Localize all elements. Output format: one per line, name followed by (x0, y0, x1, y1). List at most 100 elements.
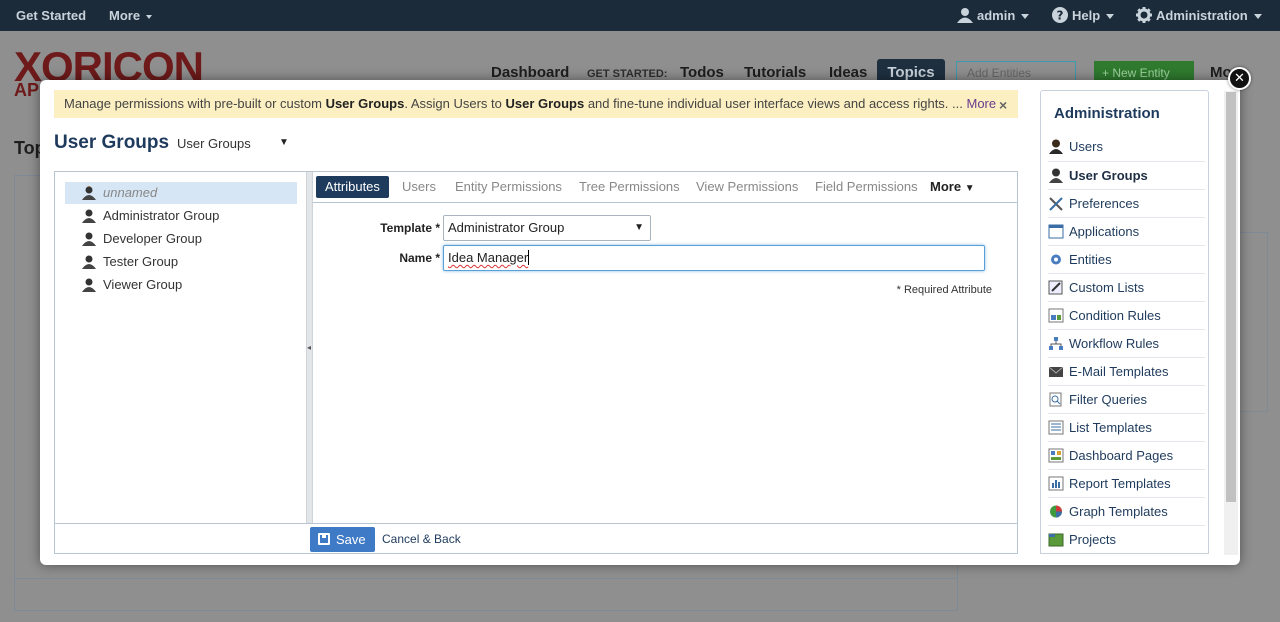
admin-item-label: User Groups (1069, 168, 1148, 183)
list-icon (1048, 420, 1064, 435)
group-list-item[interactable]: unnamed (65, 182, 297, 204)
group-list-item-label: Administrator Group (103, 208, 220, 223)
admin-item-workflow-rules[interactable]: Workflow Rules (1048, 329, 1205, 357)
banner-text-1: Manage permissions with pre-built or cus… (64, 96, 326, 111)
group-list-item[interactable]: Viewer Group (65, 274, 297, 296)
admin-item-label: Report Templates (1069, 476, 1171, 491)
background-footer-panel (14, 578, 958, 611)
admin-item-list-templates[interactable]: List Templates (1048, 413, 1205, 441)
condition-icon (1048, 308, 1064, 323)
admin-item-projects[interactable]: Projects (1048, 525, 1205, 553)
get-started-link[interactable]: Get Started (16, 0, 86, 31)
tab-attributes[interactable]: Attributes (316, 176, 389, 198)
administration-menu-label: Administration (1156, 8, 1248, 23)
save-button-label: Save (336, 532, 366, 547)
tab-more[interactable]: More ▼ (930, 176, 975, 198)
user-group-icon (82, 255, 96, 269)
help-menu-label: Help (1072, 8, 1101, 23)
tab-view-permissions[interactable]: View Permissions (696, 176, 798, 198)
admin-item-label: Entities (1069, 252, 1112, 267)
administration-title: Administration (1054, 105, 1160, 122)
user-menu[interactable]: admin (957, 0, 1030, 31)
tools-icon (1049, 197, 1063, 211)
chevron-down-icon: ▼ (634, 222, 644, 233)
required-attribute-note: * Required Attribute (896, 284, 992, 296)
project-icon (1048, 533, 1064, 547)
banner-bold-1: User Groups (325, 96, 405, 111)
tab-entity-permissions[interactable]: Entity Permissions (455, 176, 562, 198)
modal-footer (55, 523, 1017, 553)
group-list-item[interactable]: Administrator Group (65, 205, 297, 227)
banner-more-link[interactable]: More (966, 96, 996, 111)
admin-item-users[interactable]: Users (1048, 133, 1205, 161)
admin-item-preferences[interactable]: Preferences (1048, 189, 1205, 217)
nav-todos: Todos (680, 64, 724, 81)
workflow-icon (1049, 337, 1063, 350)
splitter-handle-icon[interactable]: ◂ (307, 343, 312, 352)
banner-text-3: and fine-tune individual user interface … (584, 96, 967, 111)
floppy-disk-icon (318, 533, 330, 545)
nav-tutorials: Tutorials (744, 64, 807, 81)
user-group-icon (82, 278, 96, 292)
template-select-value: Administrator Group (448, 220, 565, 235)
admin-item-label: Custom Lists (1069, 280, 1145, 295)
admin-item-label: Projects (1069, 532, 1116, 547)
user-group-icon (82, 186, 96, 200)
top-nav-bar: Get Started More admin ? Help Administrat… (0, 0, 1280, 31)
info-banner: Manage permissions with pre-built or cus… (54, 90, 1018, 118)
group-list-item-label: Viewer Group (103, 277, 183, 292)
chevron-down-icon: ▼ (964, 183, 975, 194)
tab-tree-permissions[interactable]: Tree Permissions (579, 176, 680, 198)
save-button[interactable]: Save (310, 527, 375, 552)
banner-text-2: . Assign Users to (404, 96, 506, 111)
nav-ideas: Ideas (829, 64, 868, 81)
admin-item-report-templates[interactable]: Report Templates (1048, 469, 1205, 497)
page-title: User Groups (54, 132, 170, 153)
tab-field-permissions[interactable]: Field Permissions (815, 176, 918, 198)
more-menu-label: More (109, 8, 141, 23)
admin-item-condition-rules[interactable]: Condition Rules (1048, 301, 1205, 329)
name-label: Name * (399, 251, 440, 265)
banner-bold-2: User Groups (505, 96, 585, 111)
admin-item-label: Applications (1069, 224, 1140, 239)
admin-item-label: Dashboard Pages (1069, 448, 1174, 463)
pie-chart-icon (1050, 505, 1062, 518)
cancel-back-link[interactable]: Cancel & Back (382, 532, 461, 546)
new-entity-label: New Entity (1112, 66, 1170, 80)
admin-item-filter-queries[interactable]: Filter Queries (1048, 385, 1205, 413)
tab-users[interactable]: Users (402, 176, 436, 198)
tab-more-label: More (930, 179, 962, 194)
group-list-item-label: Developer Group (103, 231, 202, 246)
group-list-item[interactable]: Developer Group (65, 228, 297, 250)
chevron-down-icon (1021, 14, 1030, 20)
administration-menu[interactable]: Administration (1136, 0, 1262, 31)
chevron-down-icon (1253, 14, 1262, 20)
admin-item-label: Users (1069, 139, 1103, 154)
admin-item-graph-templates[interactable]: Graph Templates (1048, 497, 1205, 525)
template-select[interactable]: Administrator Group ▼ (443, 215, 651, 241)
banner-close-icon[interactable]: × (999, 97, 1007, 113)
admin-panel-scrollbar-thumb[interactable] (1226, 92, 1236, 502)
admin-item-label: Condition Rules (1069, 308, 1161, 323)
group-list-item-label: Tester Group (103, 254, 179, 269)
admin-item-dashboard-pages[interactable]: Dashboard Pages (1048, 441, 1205, 469)
more-menu[interactable]: More (109, 0, 153, 31)
user-groups-selector[interactable]: User Groups (177, 136, 251, 151)
name-input-value: Idea Manager (448, 250, 529, 265)
name-input[interactable]: Idea Manager (443, 245, 985, 271)
admin-item-email-templates[interactable]: E-Mail Templates (1048, 357, 1205, 385)
close-icon[interactable]: ✕ (1228, 67, 1251, 90)
entity-gear-icon (1051, 254, 1061, 265)
admin-item-custom-lists[interactable]: Custom Lists (1048, 273, 1205, 301)
text-cursor (528, 250, 530, 265)
admin-item-applications[interactable]: Applications (1048, 217, 1205, 245)
admin-item-entities[interactable]: Entities (1048, 245, 1205, 273)
admin-item-user-groups[interactable]: User Groups (1048, 161, 1205, 189)
chevron-down-icon[interactable]: ▼ (279, 137, 289, 148)
admin-item-label: Graph Templates (1069, 504, 1168, 519)
chevron-down-icon (1106, 14, 1115, 20)
svg-text:?: ? (1057, 9, 1064, 23)
nav-get-started-label: GET STARTED: (587, 68, 668, 80)
help-menu[interactable]: ? Help (1052, 0, 1115, 31)
group-list-item[interactable]: Tester Group (65, 251, 297, 273)
